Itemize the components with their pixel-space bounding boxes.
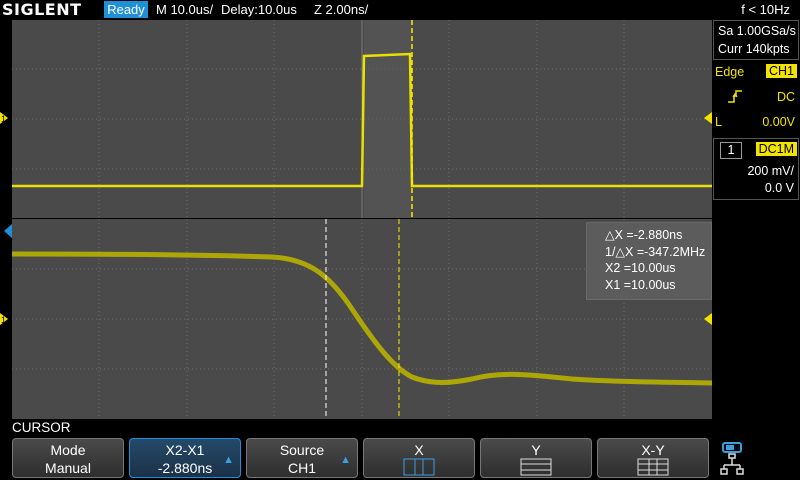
adjust-knob-icon: ▲ (223, 454, 234, 466)
svg-text:1: 1 (1, 315, 6, 325)
rising-edge-icon (728, 90, 742, 103)
network-icon (720, 453, 744, 475)
y-cursor-button-label: Y (531, 442, 541, 458)
zoom-position-marker-icon (4, 224, 12, 238)
timebase-readout[interactable]: M 10.0us/ (156, 2, 213, 17)
x-y-cursor-icon (637, 458, 669, 476)
source-button[interactable]: Source CH1 ▲ (246, 438, 358, 478)
trigger-frequency-readout: f < 10Hz (741, 2, 790, 17)
trigger-level-marker-zoom-icon (704, 313, 712, 325)
memory-depth: Curr 140kpts (718, 42, 790, 56)
svg-text:1: 1 (1, 114, 6, 124)
channel-offset: 0.0 V (764, 181, 794, 195)
trigger-level-label: L (715, 115, 722, 129)
acquisition-info-box: Sa 1.00GSa/s Curr 140kpts (713, 20, 799, 60)
delay-readout[interactable]: Delay:10.0us (221, 2, 297, 17)
menu-title: CURSOR (12, 420, 71, 435)
adjust-knob-icon: ▲ (340, 454, 351, 466)
channel1-info-box[interactable]: 1 DC1M 200 mV/ 0.0 V (713, 138, 799, 200)
trigger-type: Edge (715, 65, 745, 79)
zoom-timebase-readout[interactable]: Z 2.00ns/ (314, 2, 368, 17)
mode-button[interactable]: Mode Manual (12, 438, 124, 478)
channel-number: 1 (720, 142, 742, 159)
trigger-source: CH1 (765, 64, 797, 78)
sample-rate: Sa 1.00GSa/s (718, 24, 796, 38)
left-markers: 1 1 (0, 112, 12, 325)
x-cursor-button[interactable]: X (363, 438, 475, 478)
delta-x-readout: △X =-2.880ns (605, 228, 683, 242)
channel-scale: 200 mV/ (747, 164, 794, 178)
trigger-level: 0.00V (762, 115, 795, 129)
mode-button-label: Mode (50, 442, 86, 458)
main-waveform-display[interactable] (12, 20, 712, 218)
trigger-info-box[interactable]: Edge CH1 DC L 0.00V (713, 61, 799, 133)
x-cursor-icon (403, 458, 435, 476)
acquisition-status-badge: Ready (104, 1, 148, 18)
x-cursor-button-label: X (414, 442, 424, 458)
trigger-level-marker-icon (704, 112, 712, 124)
x-y-cursor-button[interactable]: X-Y (597, 438, 709, 478)
mode-button-value: Manual (45, 460, 91, 476)
y-cursor-button[interactable]: Y (480, 438, 592, 478)
y-cursor-icon (520, 458, 552, 476)
x1-readout: X1 =10.00us (605, 278, 676, 292)
x-y-cursor-button-label: X-Y (641, 442, 665, 458)
trigger-coupling: DC (776, 90, 795, 104)
inverse-delta-x-readout: 1/△X =-347.2MHz (605, 245, 706, 259)
channel-coupling: DC1M (755, 142, 797, 156)
status-icons (720, 442, 744, 475)
cursor-measurement-box: △X =-2.880ns 1/△X =-347.2MHz X2 =10.00us… (586, 222, 712, 300)
x2-readout: X2 =10.00us (605, 261, 676, 275)
main-grid (12, 20, 712, 218)
x2-x1-button[interactable]: X2-X1 -2.880ns ▲ (129, 438, 241, 478)
